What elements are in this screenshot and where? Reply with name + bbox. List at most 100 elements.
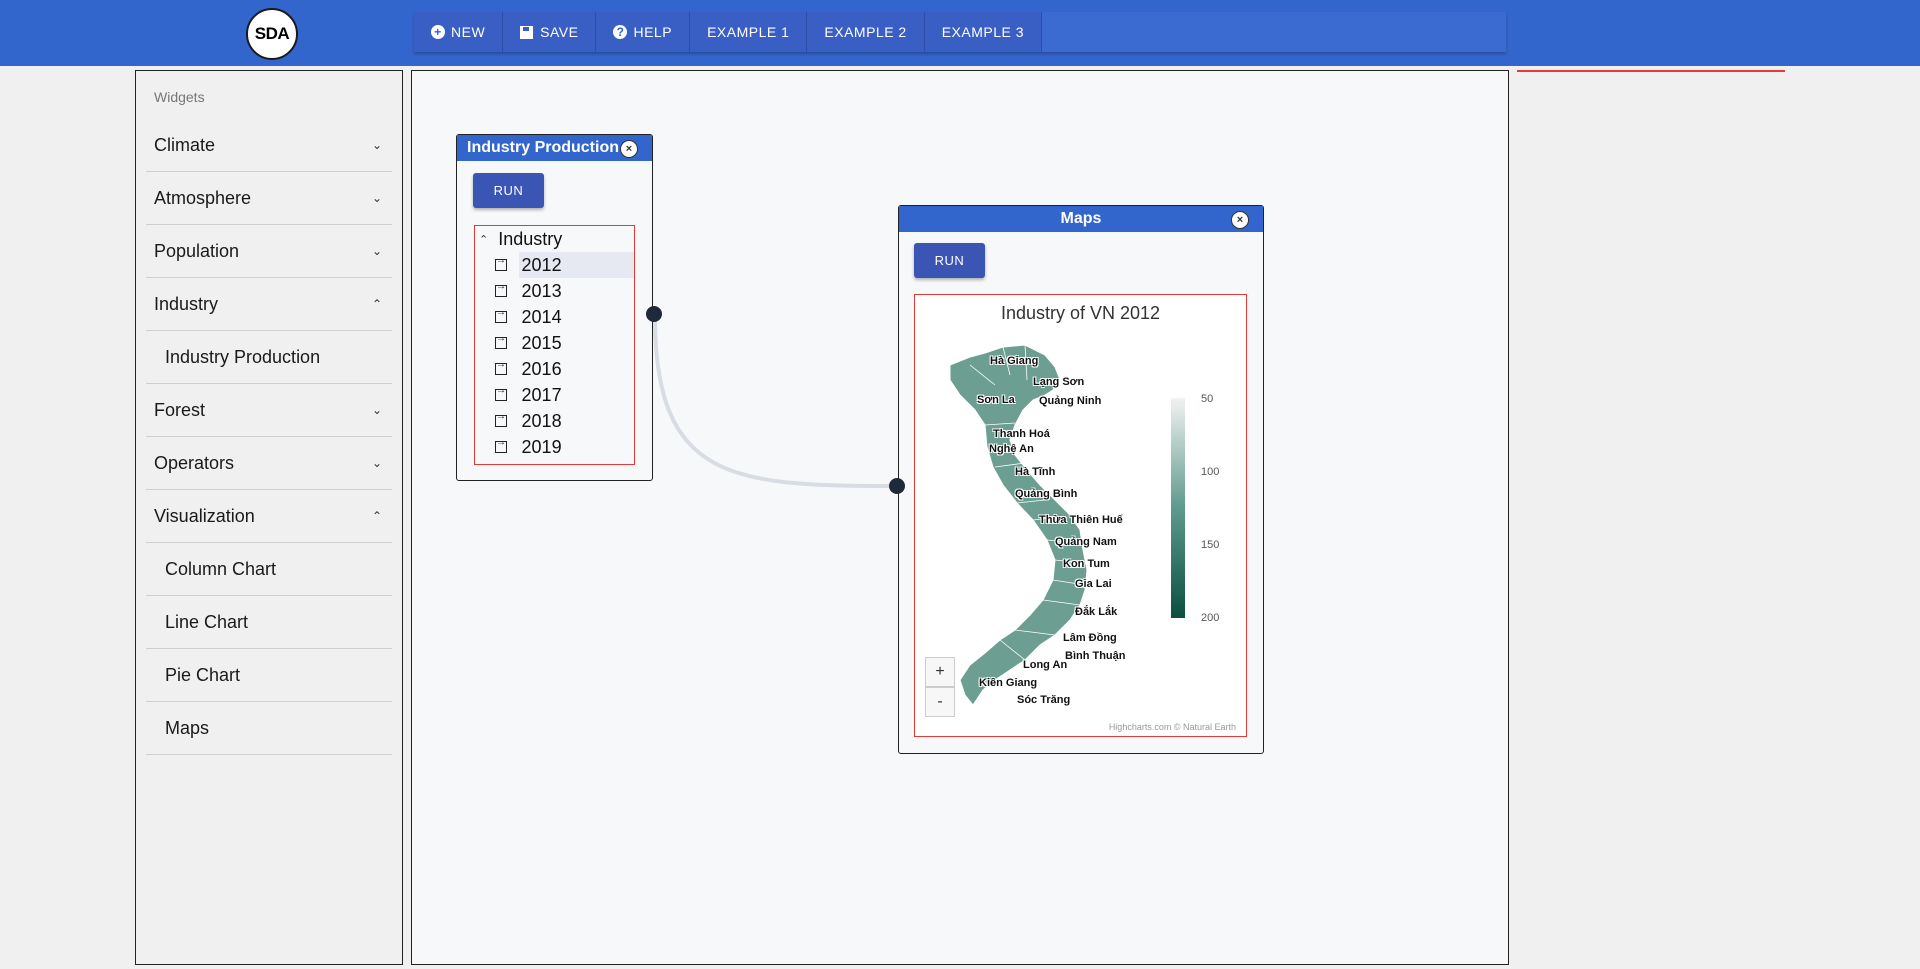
- tree-leaf-2015[interactable]: 2015: [475, 330, 634, 356]
- divider-line: [1517, 70, 1785, 72]
- sidebar-item-label: Forest: [154, 399, 206, 420]
- save-button-label: SAVE: [540, 24, 579, 40]
- sidebar-item-climate[interactable]: Climate ⌄: [146, 119, 392, 172]
- sidebar-item-population[interactable]: Population ⌄: [146, 225, 392, 278]
- enter-icon: [495, 281, 507, 297]
- sidebar-item-label: Population: [154, 240, 240, 261]
- zoom-in-button[interactable]: +: [925, 657, 955, 687]
- output-port[interactable]: [646, 306, 662, 322]
- tree-leaf-label: 2019: [521, 437, 562, 457]
- tree-leaf-2014[interactable]: 2014: [475, 304, 634, 330]
- tree-leaf-2017[interactable]: 2017: [475, 382, 634, 408]
- save-icon: [520, 25, 534, 39]
- enter-icon: [495, 307, 507, 323]
- chevron-up-icon: ⌃: [371, 297, 382, 311]
- node-header[interactable]: Maps ×: [899, 206, 1263, 232]
- province-label: Lạng Sơn: [1033, 376, 1085, 388]
- close-icon[interactable]: ×: [1231, 211, 1249, 229]
- legend-tick: 150: [1201, 539, 1220, 551]
- run-button[interactable]: RUN: [473, 173, 544, 208]
- workflow-canvas[interactable]: Industry Production × RUN ⌃ Industry 2012…: [411, 70, 1509, 965]
- tree-leaf-label: 2017: [521, 385, 562, 405]
- color-legend: [1171, 398, 1185, 618]
- sidebar-item-industry[interactable]: Industry ⌃: [146, 278, 392, 331]
- province-label: Quảng Ninh: [1039, 395, 1102, 407]
- sidebar-item-atmosphere[interactable]: Atmosphere ⌄: [146, 172, 392, 225]
- node-header[interactable]: Industry Production ×: [457, 135, 652, 161]
- enter-icon: [495, 255, 507, 271]
- tree-leaf-2012[interactable]: 2012: [475, 252, 634, 278]
- chart-credit[interactable]: Highcharts.com © Natural Earth: [1109, 722, 1236, 732]
- example-1-button[interactable]: EXAMPLE 1: [690, 12, 808, 52]
- new-button-label: NEW: [451, 24, 486, 40]
- save-button[interactable]: SAVE: [503, 12, 597, 52]
- help-button[interactable]: ? HELP: [596, 12, 691, 52]
- chevron-down-icon: ⌄: [371, 403, 382, 417]
- sidebar-heading: Widgets: [154, 89, 205, 105]
- help-circle-icon: ?: [613, 25, 628, 39]
- sidebar-item-label: Climate: [154, 134, 216, 155]
- province-label: Nghệ An: [989, 443, 1034, 455]
- province-label: Sơn La: [977, 394, 1015, 406]
- province-label: Kiên Giang: [979, 677, 1038, 689]
- chevron-down-icon: ⌄: [371, 456, 382, 470]
- zoom-out-button[interactable]: -: [925, 687, 955, 717]
- sidebar-item-label: Industry: [154, 293, 219, 314]
- province-label: Quảng Bình: [1015, 488, 1078, 500]
- province-label: Kon Tum: [1063, 558, 1110, 570]
- sda-logo: SDA: [246, 8, 298, 60]
- sidebar-subitem-line-chart[interactable]: Line Chart: [146, 596, 392, 649]
- chevron-up-icon: ⌃: [479, 233, 489, 246]
- enter-icon: [495, 411, 507, 427]
- province-label: Thanh Hoá: [993, 428, 1050, 440]
- industry-tree: ⌃Industry 2012 2013 2014 2015 2016 2017 …: [474, 225, 635, 465]
- node-title: Industry Production: [467, 139, 619, 156]
- tree-leaf-2018[interactable]: 2018: [475, 408, 634, 434]
- enter-icon: [495, 333, 507, 349]
- main-toolbar: + NEW SAVE ? HELP EXAMPLE 1 EXAMPLE 2 EXAM…: [414, 12, 1506, 52]
- chevron-down-icon: ⌄: [371, 244, 382, 258]
- sidebar-item-operators[interactable]: Operators ⌄: [146, 437, 392, 490]
- tree-leaf-label: 2018: [521, 411, 562, 431]
- enter-icon: [495, 359, 507, 375]
- sidebar-subitem-column-chart[interactable]: Column Chart: [146, 543, 392, 596]
- province-label: Quảng Nam: [1055, 536, 1117, 548]
- example-2-button[interactable]: EXAMPLE 2: [807, 12, 925, 52]
- province-label: Sóc Trăng: [1017, 694, 1071, 706]
- tree-leaf-2019[interactable]: 2019: [475, 434, 634, 460]
- sidebar-subitem-pie-chart[interactable]: Pie Chart: [146, 649, 392, 702]
- tree-leaf-2013[interactable]: 2013: [475, 278, 634, 304]
- sidebar-subitem-industry-production[interactable]: Industry Production: [146, 331, 392, 384]
- widgets-sidebar: Widgets Climate ⌄ Atmosphere ⌄ Population ⌄…: [135, 70, 403, 965]
- province-label: Hà Tĩnh: [1015, 466, 1056, 478]
- map-chart[interactable]: Industry of VN 2012 Hà Giang Lạng Sơn Sơ…: [914, 294, 1247, 737]
- industry-production-node[interactable]: Industry Production × RUN ⌃ Industry 2012…: [456, 134, 653, 481]
- sidebar-item-visualization[interactable]: Visualization ⌃: [146, 490, 392, 543]
- run-button[interactable]: RUN: [914, 243, 985, 278]
- new-button[interactable]: + NEW: [414, 12, 504, 52]
- province-label: Hà Giang: [990, 355, 1039, 367]
- province-label: Long An: [1023, 659, 1068, 671]
- tree-root-label: Industry: [498, 228, 563, 249]
- province-label: Thừa Thiên Huế: [1039, 514, 1123, 526]
- enter-icon: [495, 437, 507, 453]
- tree-leaf-label: 2016: [521, 359, 562, 379]
- legend-tick: 200: [1201, 612, 1220, 624]
- chevron-up-icon: ⌃: [371, 509, 382, 523]
- input-port[interactable]: [889, 478, 905, 494]
- tree-leaf-2016[interactable]: 2016: [475, 356, 634, 382]
- tree-leaf-label: 2015: [521, 333, 562, 353]
- sidebar-subitem-maps[interactable]: Maps: [146, 702, 392, 755]
- help-button-label: HELP: [633, 24, 673, 40]
- tree-root-industry[interactable]: ⌃ Industry: [475, 226, 634, 252]
- sidebar-item-label: Visualization: [154, 505, 255, 526]
- chevron-down-icon: ⌄: [371, 191, 382, 205]
- example-3-button[interactable]: EXAMPLE 3: [924, 12, 1043, 52]
- maps-node[interactable]: Maps × RUN Industry of VN 2012 Hà Giang …: [898, 205, 1264, 754]
- sidebar-item-label: Operators: [154, 452, 235, 473]
- sidebar-item-forest[interactable]: Forest ⌄: [146, 384, 392, 437]
- top-app-bar: SDA + NEW SAVE ? HELP EXAMPLE 1 EXAMPLE 2 …: [0, 0, 1920, 66]
- province-label: Bình Thuận: [1065, 650, 1126, 662]
- close-icon[interactable]: ×: [620, 140, 638, 158]
- legend-tick: 100: [1201, 466, 1220, 478]
